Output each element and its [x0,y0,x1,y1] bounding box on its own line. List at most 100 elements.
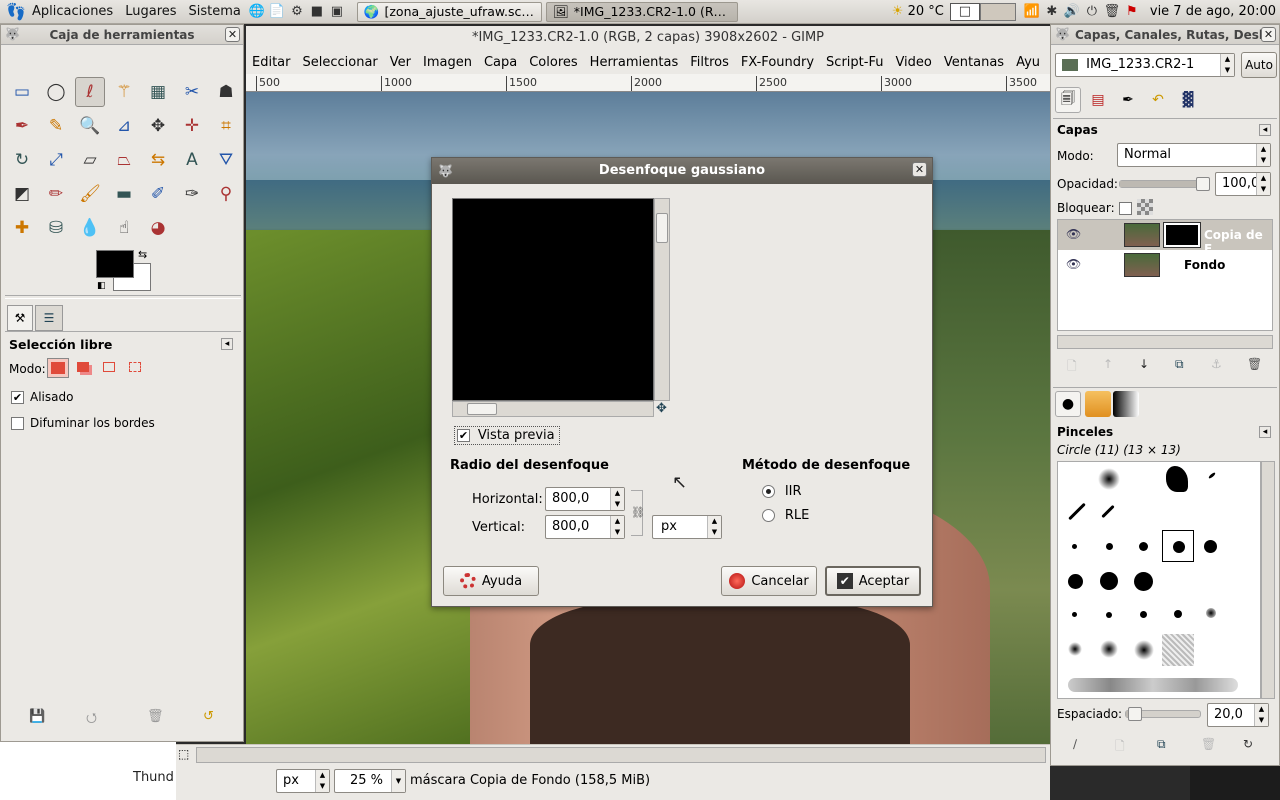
tab-channels[interactable]: ▤ [1085,87,1111,113]
tab-histogram[interactable]: ▓ [1175,87,1201,113]
file-launcher-icon[interactable]: 📄 [267,3,287,21]
unit-select[interactable]: px ▲ ▼ [652,515,722,539]
gnome-foot-icon[interactable]: 👣 [6,2,26,21]
brush-circle[interactable] [1106,543,1113,550]
vertical-radius-spinner[interactable]: 800,0 ▲ ▼ [545,515,625,539]
menu-ver[interactable]: Ver [384,55,417,70]
free-select-icon[interactable]: ℓ [75,77,105,107]
tab-brushes[interactable]: ● [1055,391,1081,417]
spacing-slider[interactable] [1125,707,1201,721]
network-signal-icon[interactable]: 📶 [1022,3,1042,21]
trash-icon[interactable]: 🗑 [1102,3,1122,21]
brush-line[interactable] [1101,504,1115,519]
mode-intersect-button[interactable] [125,358,147,378]
color-select-icon[interactable]: ▦ [143,77,173,107]
brush-edit-icon[interactable]: ∕ [1073,737,1077,751]
menu-script-fu[interactable]: Script-Fu [820,55,889,70]
horizontal-ruler[interactable]: 500 1000 1500 2000 2500 3000 3500 [246,74,1050,92]
auto-button[interactable]: Auto [1241,52,1277,78]
feather-checkbox[interactable] [11,416,24,430]
firefox-launcher-icon[interactable]: 🌐 [247,3,267,21]
preview-area[interactable] [452,198,654,401]
preview-vscrollbar[interactable] [654,198,670,401]
blend-icon[interactable]: ◩ [7,179,37,209]
navigate-icon[interactable]: ✥ [656,401,667,416]
clone-icon[interactable]: ⚲ [211,179,241,209]
brush-fuzzy[interactable] [1072,612,1077,617]
layer-row[interactable]: 👁 Fondo [1058,250,1272,280]
brush-line[interactable] [1068,502,1086,521]
horizontal-scrollbar[interactable] [196,747,1046,763]
help-button[interactable]: Ayuda [443,566,539,596]
preview-hscrollbar[interactable] [452,401,654,417]
save-options-icon[interactable]: 💾 [29,709,45,724]
tab-tool-options[interactable]: ⚒ [7,305,33,331]
reset-colors-icon[interactable]: ◧ [97,281,106,291]
weather-temperature[interactable]: 20 °C [908,4,944,19]
brush-bird[interactable] [1166,466,1188,492]
menu-ventanas[interactable]: Ventanas [938,55,1010,70]
flip-icon[interactable]: ⇆ [143,145,173,175]
navigate-icon[interactable]: ⬚ [178,747,189,761]
move-icon[interactable]: ✥ [143,111,173,141]
volume-icon[interactable]: 🔊 [1062,3,1082,21]
antialias-checkbox[interactable]: ✔ [11,390,24,404]
color-picker-icon[interactable]: ✎ [41,111,71,141]
text-icon[interactable]: A [177,145,207,175]
eye-icon[interactable]: 👁 [1066,227,1081,241]
brush-grid[interactable] [1057,461,1261,699]
reset-options-icon[interactable]: ↺ [203,709,214,724]
crop-icon[interactable]: ⌗ [211,111,241,141]
cancel-button[interactable]: Cancelar [721,566,817,596]
eye-icon[interactable]: 👁 [1066,257,1081,271]
menu-video[interactable]: Video [889,55,937,70]
brush-new-icon[interactable]: 🗋 [1115,737,1125,758]
settings-launcher-icon[interactable]: ⚙ [287,3,307,21]
workspace-1-icon[interactable]: □ [949,2,980,21]
workspace-2-icon[interactable] [979,2,1016,21]
brush-refresh-icon[interactable]: ↻ [1243,737,1253,751]
scale-icon[interactable]: ⤢ [41,145,71,175]
method-iir-radio[interactable]: IIR [762,484,802,499]
brush-cloud[interactable] [1068,678,1238,692]
brush-fuzzy[interactable] [1134,640,1154,660]
fuzzy-select-icon[interactable]: ⚚ [109,77,139,107]
tab-paths[interactable]: ✒ [1115,87,1141,113]
brush-circle[interactable] [1068,574,1083,589]
close-icon[interactable]: ✕ [1261,27,1276,42]
blur-icon[interactable]: 💧 [75,213,105,243]
smudge-icon[interactable]: ☝ [109,213,139,243]
brush-texture[interactable] [1162,634,1194,666]
brush-delete-icon[interactable]: 🗑 [1201,737,1216,751]
delete-options-icon[interactable]: 🗑 [147,709,164,724]
lock-alpha-checkbox[interactable] [1119,201,1132,215]
rotate-icon[interactable]: ↻ [7,145,37,175]
tab-patterns[interactable] [1085,391,1111,417]
layer-hscrollbar[interactable] [1057,335,1273,349]
brush-circle[interactable] [1072,544,1077,549]
screenshot-launcher-icon[interactable]: ▣ [327,3,347,21]
delete-layer-icon[interactable]: 🗑 [1247,357,1262,371]
tab-layers[interactable]: 🗐 [1055,87,1081,113]
menu-colores[interactable]: Colores [523,55,583,70]
paintbrush-icon[interactable]: 🖌 [75,179,105,209]
menu-editar[interactable]: Editar [246,55,297,70]
ellipse-select-icon[interactable]: ◯ [41,77,71,107]
power-icon[interactable]: ⏻ [1082,3,1102,21]
dodge-icon[interactable]: ◕ [143,213,173,243]
brush-fuzzy[interactable] [1174,610,1182,618]
brush-fuzzy-large[interactable] [1098,468,1120,490]
brush-circle-11-selected[interactable] [1162,530,1194,562]
opacity-slider[interactable] [1119,177,1210,191]
raise-layer-icon[interactable]: ↑ [1103,357,1113,371]
update-notifier-icon[interactable]: ⚑ [1122,3,1142,21]
brush-fuzzy[interactable] [1100,640,1118,658]
brush-line[interactable] [1207,471,1217,480]
tab-menu-icon[interactable]: ◂ [1259,426,1271,438]
chain-link-icon[interactable]: ⛓ [631,490,645,536]
terminal-launcher-icon[interactable]: ■ [307,3,327,21]
brush-fuzzy[interactable] [1106,612,1112,618]
tab-device-status[interactable]: ☰ [35,305,63,331]
preview-checkbox[interactable]: ✔ Vista previa [454,426,560,445]
tab-menu-icon[interactable]: ◂ [221,338,233,350]
